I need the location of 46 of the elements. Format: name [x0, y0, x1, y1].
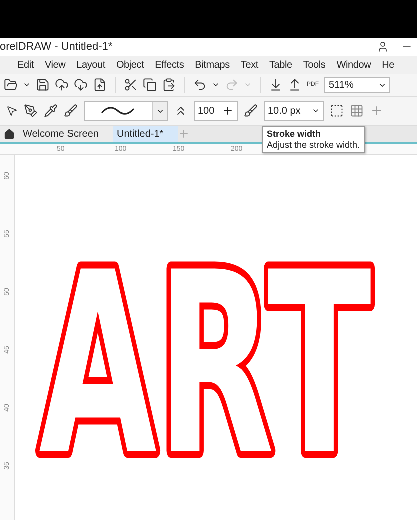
export-icon[interactable] — [288, 78, 302, 92]
menu-item[interactable]: Window — [331, 60, 377, 70]
menu-item[interactable]: Object — [110, 60, 150, 70]
menu-item[interactable]: Table — [264, 60, 298, 70]
undo-icon[interactable] — [193, 78, 207, 92]
copy-icon[interactable] — [143, 78, 157, 92]
save-icon[interactable] — [36, 78, 50, 92]
brush-icon[interactable] — [64, 104, 78, 118]
tooltip-text: Adjust the stroke width. — [267, 140, 360, 150]
user-icon — [377, 41, 389, 53]
add-icon[interactable] — [370, 104, 384, 118]
grid-icon[interactable] — [350, 104, 364, 118]
plus-icon[interactable] — [222, 105, 234, 117]
tooltip-title: Stroke width — [267, 129, 322, 139]
wave-icon — [101, 106, 135, 116]
menu-item[interactable]: Tools — [298, 60, 332, 70]
window-title: orelDRAW - Untitled-1* — [0, 41, 113, 53]
zoom-dropdown[interactable]: 511% — [324, 77, 390, 93]
menu-item[interactable]: Text — [235, 60, 264, 70]
menu-item[interactable]: View — [39, 60, 72, 70]
paste-icon[interactable] — [162, 78, 176, 92]
spinner-icon[interactable] — [312, 107, 320, 115]
folder-icon[interactable] — [4, 78, 18, 92]
stroke-width-field[interactable]: 10.0 px — [264, 101, 324, 121]
menu-item[interactable]: Effects — [150, 60, 190, 70]
home-icon — [4, 128, 15, 140]
frame-icon[interactable] — [330, 104, 344, 118]
menu-item[interactable]: Bitmaps — [190, 60, 236, 70]
file-upload-icon[interactable] — [93, 78, 107, 92]
scissors-icon[interactable] — [124, 78, 138, 92]
cloud-upload-icon[interactable] — [55, 78, 69, 92]
document-tab[interactable]: Untitled-1* — [112, 126, 178, 142]
caret-icon[interactable] — [23, 81, 31, 89]
pointer-icon[interactable] — [6, 105, 18, 117]
pen-icon[interactable] — [24, 104, 38, 118]
import-icon[interactable] — [269, 78, 283, 92]
cloud-download-icon[interactable] — [74, 78, 88, 92]
document-tab[interactable]: Welcome Screen — [0, 126, 113, 142]
menu-item[interactable]: Edit — [12, 60, 40, 70]
menu-item[interactable]: He — [376, 60, 400, 70]
caret-icon[interactable] — [212, 81, 220, 89]
smoothing-field[interactable]: 100 — [194, 101, 238, 121]
pipette-icon[interactable] — [44, 104, 58, 118]
stroke-style-dropdown[interactable] — [84, 101, 168, 121]
brush-icon[interactable] — [244, 104, 258, 118]
menu-item[interactable]: Layout — [71, 60, 111, 70]
